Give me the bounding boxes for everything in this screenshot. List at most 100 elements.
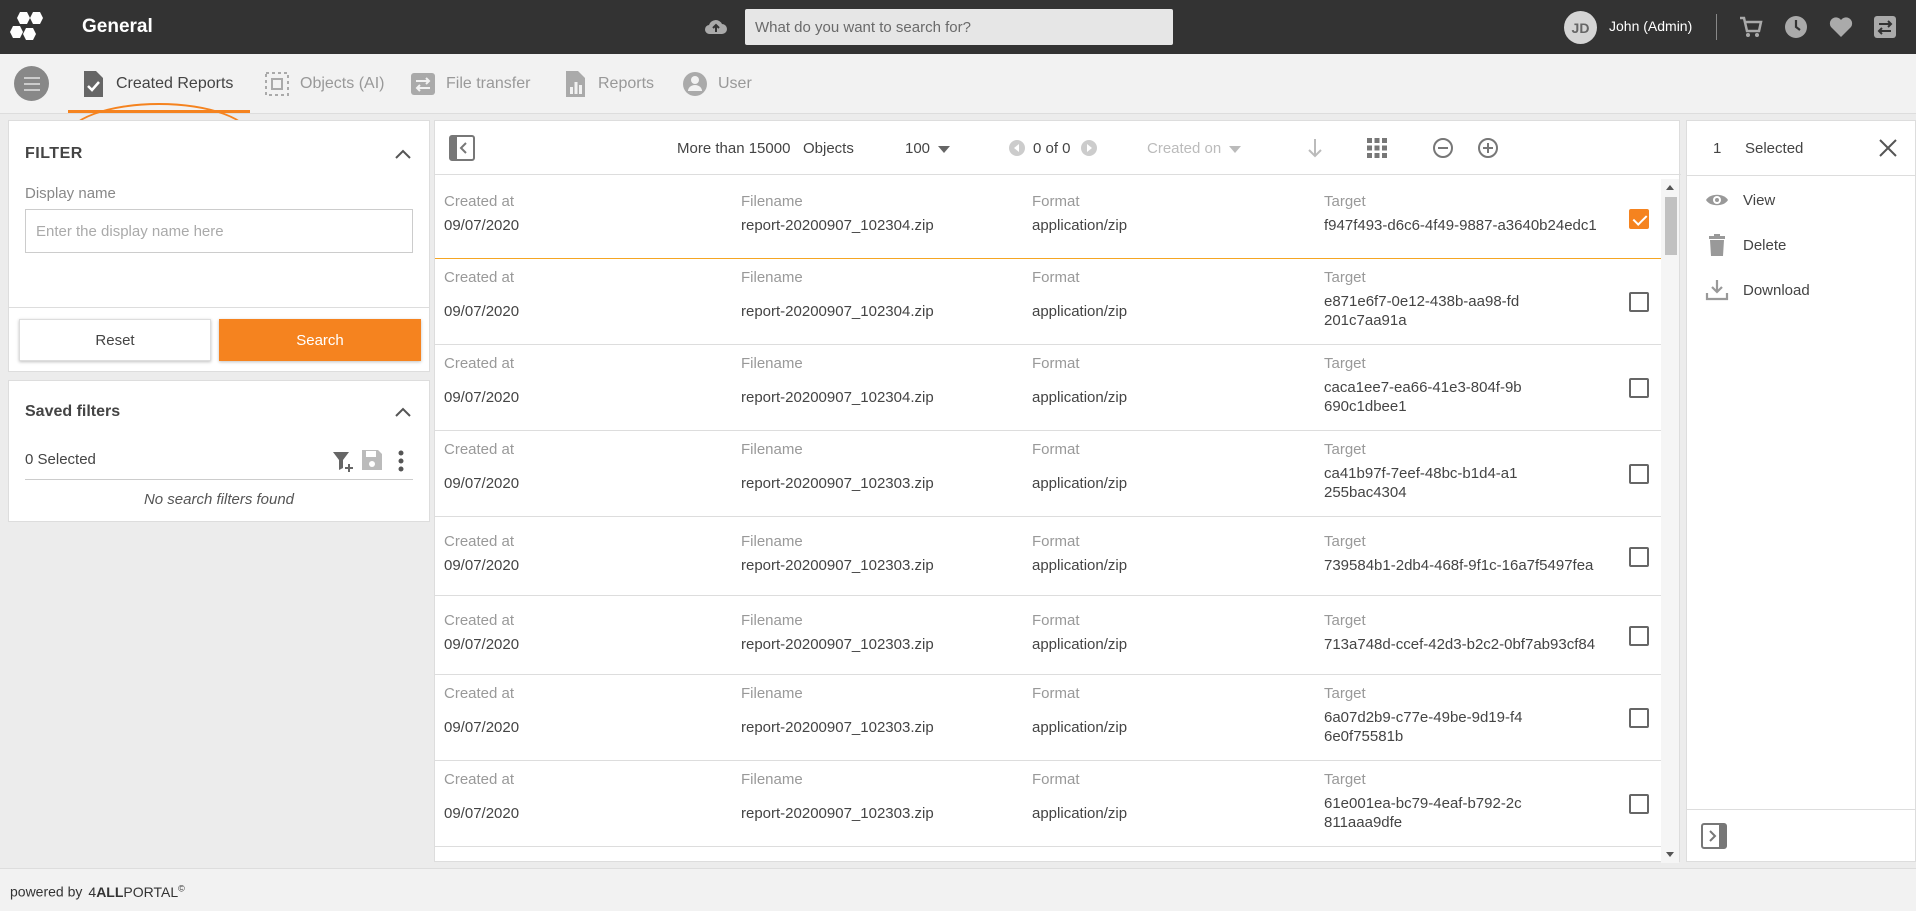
created-cell: Created at 09/07/2020 — [444, 355, 520, 406]
previous-page-icon[interactable] — [1009, 140, 1025, 156]
row-checkbox[interactable] — [1629, 378, 1649, 398]
target-cell: Target ca41b97f-7eef-48bc-b1d4-a1255bac43… — [1324, 441, 1518, 501]
format-cell: Format application/zip — [1032, 533, 1128, 574]
cloud-upload-icon[interactable] — [704, 16, 728, 38]
created-cell: Created at 09/07/2020 — [444, 533, 520, 574]
cart-icon[interactable] — [1738, 14, 1764, 40]
table-row[interactable]: Created at 09/07/2020 Filename report-2020… — [435, 345, 1661, 431]
heart-icon[interactable] — [1828, 14, 1854, 40]
global-search-input[interactable] — [745, 9, 1173, 45]
close-icon[interactable] — [1877, 137, 1899, 159]
row-checkbox[interactable] — [1629, 547, 1649, 567]
transfer-icon[interactable] — [1872, 14, 1898, 40]
format-cell: Format application/zip — [1032, 612, 1128, 653]
download-action[interactable]: Download — [1705, 277, 1810, 303]
user-name[interactable]: John (Admin) — [1609, 18, 1692, 34]
pagination-text: 0 of 0 — [1033, 140, 1071, 157]
document-check-icon — [84, 71, 103, 97]
tab-created-reports[interactable]: Created Reports — [80, 66, 233, 102]
page-size-select[interactable]: 100 — [905, 140, 951, 157]
table-row[interactable]: Created at 09/07/2020 Filename report-2020… — [435, 179, 1661, 259]
expand-panel-icon[interactable] — [1701, 823, 1727, 849]
empty-state-text: No search filters found — [143, 491, 295, 508]
sort-select[interactable]: Created on — [1147, 140, 1242, 157]
target-cell: Target f947f493-d6c6-4f49-9887-a3640b24ed… — [1324, 193, 1597, 234]
chevron-up-icon[interactable] — [395, 407, 411, 417]
clock-icon[interactable] — [1783, 14, 1809, 40]
table-row[interactable]: Created at 09/07/2020 Filename report-2020… — [435, 675, 1661, 761]
add-filter-icon[interactable] — [331, 449, 355, 473]
reset-button[interactable]: Reset — [19, 319, 211, 361]
format-cell: Format application/zip — [1032, 355, 1128, 406]
scroll-down-icon[interactable] — [1666, 852, 1674, 857]
row-checkbox[interactable] — [1629, 626, 1649, 646]
sort-direction-icon[interactable] — [1303, 136, 1327, 160]
table-row[interactable]: Created at 09/07/2020 Filename report-2020… — [435, 596, 1661, 675]
grid-view-icon[interactable] — [1365, 136, 1389, 160]
report-chart-icon — [566, 71, 585, 97]
scroll-thumb[interactable] — [1665, 197, 1677, 255]
search-button[interactable]: Search — [219, 319, 421, 361]
tab-label: Created Reports — [116, 75, 234, 92]
chevron-up-icon[interactable] — [395, 149, 411, 159]
filename-cell: Filename report-20200907_102303.zip — [741, 533, 934, 574]
row-checkbox[interactable] — [1629, 209, 1649, 229]
target-cell: Target 713a748d-ccef-42d3-b2c2-0bf7ab93cf… — [1324, 612, 1596, 653]
result-count: More than 15000 — [677, 140, 791, 157]
tab-label: Objects (AI) — [300, 75, 385, 92]
brand-link[interactable]: 4ALLPORTAL© — [88, 883, 184, 900]
divider — [1687, 175, 1916, 176]
avatar[interactable]: JD — [1564, 11, 1597, 44]
filename-cell: Filename report-20200907_102303.zip — [741, 685, 934, 736]
chevron-down-icon — [938, 145, 951, 153]
view-action[interactable]: View — [1705, 187, 1775, 213]
created-cell: Created at 09/07/2020 — [444, 685, 520, 736]
tab-label: User — [718, 75, 752, 92]
scroll-up-icon[interactable] — [1666, 185, 1674, 190]
trash-icon — [1709, 234, 1725, 256]
row-checkbox[interactable] — [1629, 292, 1649, 312]
eye-icon — [1706, 194, 1728, 206]
table-row[interactable]: Created at 09/07/2020 Filename report-2020… — [435, 259, 1661, 345]
save-filter-icon[interactable] — [361, 449, 383, 471]
row-checkbox[interactable] — [1629, 464, 1649, 484]
app-logo-icon[interactable] — [10, 10, 50, 44]
table-row[interactable]: Created at 09/07/2020 Filename report-2020… — [435, 761, 1661, 847]
next-page-icon[interactable] — [1081, 140, 1097, 156]
filename-cell: Filename report-20200907_102304.zip — [741, 193, 934, 234]
active-tab-indicator — [68, 110, 250, 113]
top-bar: General JD John (Admin) — [0, 0, 1916, 54]
zoom-in-icon[interactable] — [1476, 136, 1500, 160]
divider — [25, 479, 413, 480]
display-name-input[interactable] — [25, 209, 413, 253]
tab-reports[interactable]: Reports — [562, 66, 654, 102]
tab-bar: Created Reports Objects (AI) File transf… — [0, 54, 1916, 173]
format-cell: Format application/zip — [1032, 441, 1128, 492]
menu-toggle-button[interactable] — [14, 66, 49, 101]
results-scrollbar[interactable] — [1661, 179, 1679, 863]
selection-panel: 1 Selected View Delete Download — [1686, 120, 1916, 862]
page-size-value: 100 — [905, 140, 931, 157]
row-checkbox[interactable] — [1629, 708, 1649, 728]
results-panel: More than 15000 Objects 100 0 of 0 Creat… — [434, 120, 1681, 863]
selection-count: 1 — [1713, 140, 1722, 157]
results-toolbar: More than 15000 Objects 100 0 of 0 Creat… — [435, 121, 1681, 175]
results-list: Created at 09/07/2020 Filename report-2020… — [435, 179, 1661, 863]
more-options-icon[interactable] — [397, 449, 405, 473]
created-cell: Created at 09/07/2020 — [444, 193, 520, 234]
powered-by-text: powered by 4ALLPORTAL© — [10, 883, 185, 900]
tab-user[interactable]: User — [682, 66, 752, 102]
transfer-icon — [411, 73, 435, 95]
view-label: View — [1743, 191, 1776, 209]
tab-file-transfer[interactable]: File transfer — [410, 66, 530, 102]
zoom-out-icon[interactable] — [1431, 136, 1455, 160]
table-row[interactable]: Created at 09/07/2020 Filename report-2020… — [435, 431, 1661, 517]
tab-objects-ai[interactable]: Objects (AI) — [264, 66, 384, 102]
row-checkbox[interactable] — [1629, 794, 1649, 814]
collapse-left-panel-icon[interactable] — [449, 135, 475, 161]
filename-cell: Filename report-20200907_102303.zip — [741, 441, 934, 492]
delete-action[interactable]: Delete — [1705, 232, 1786, 258]
target-cell: Target 739584b1-2db4-468f-9f1c-16a7f5497f… — [1324, 533, 1594, 574]
saved-filters-title: Saved filters — [25, 403, 121, 420]
table-row[interactable]: Created at 09/07/2020 Filename report-2020… — [435, 517, 1661, 596]
